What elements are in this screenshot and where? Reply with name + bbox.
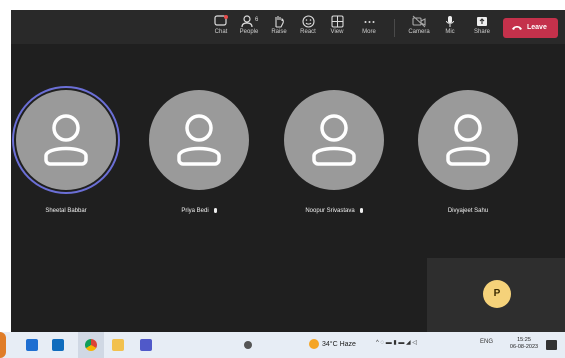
people-button[interactable]: People 6 <box>234 13 264 43</box>
toolbar-divider <box>394 19 395 37</box>
notification-icon[interactable] <box>546 340 557 350</box>
clock[interactable]: 15:25 06-08-2023 <box>508 337 540 351</box>
participant-avatar-2[interactable] <box>149 90 249 190</box>
teams-icon[interactable] <box>140 339 152 351</box>
view-label: View <box>330 29 344 35</box>
people-count: 6 <box>255 17 259 23</box>
meeting-toolbar: Chat People 6 Raise React View More Came… <box>11 10 565 44</box>
weather-sun-icon <box>309 339 319 349</box>
weather-text: 34°C Haze <box>322 340 356 348</box>
mic-label: Mic <box>445 29 455 35</box>
desktop-screen: Chat People 6 Raise React View More Came… <box>0 0 565 358</box>
language-indicator[interactable]: ENG <box>480 339 493 345</box>
weather-widget[interactable]: 34°C Haze <box>309 339 356 349</box>
raise-label: Raise <box>271 29 287 35</box>
participant-avatar-4[interactable] <box>418 90 518 190</box>
camera-off-icon <box>412 15 426 28</box>
raise-hand-icon <box>275 16 284 28</box>
self-avatar: P <box>483 280 511 308</box>
windows-taskbar: 34°C Haze ^ ◌ ▬ ▮ ▬ ◢ ◁ ENG 15:25 06-08-… <box>0 332 565 358</box>
settings-icon[interactable] <box>244 341 252 349</box>
more-label: More <box>362 29 376 35</box>
camera-label: Camera <box>408 29 430 35</box>
person-icon <box>44 114 88 166</box>
grid-view-icon <box>330 15 344 28</box>
person-icon <box>312 114 356 166</box>
chat-button[interactable]: Chat <box>206 13 236 43</box>
share-screen-icon <box>477 17 487 26</box>
person-icon <box>446 114 490 166</box>
person-icon <box>177 114 221 166</box>
chat-icon <box>214 15 228 26</box>
clock-time: 15:25 <box>517 337 531 343</box>
chat-label: Chat <box>214 29 228 35</box>
camera-button[interactable]: Camera <box>404 13 434 43</box>
chrome-icon <box>85 339 97 351</box>
start-icon[interactable] <box>26 339 38 351</box>
self-view-tile[interactable]: P <box>427 258 565 332</box>
chrome-taskbar-slot[interactable] <box>78 332 104 358</box>
share-label: Share <box>473 29 490 35</box>
react-label: React <box>300 29 316 35</box>
leave-label: Leave <box>527 24 547 31</box>
participant-name-3: Noopur Srivastava <box>269 207 399 215</box>
system-tray-icons[interactable]: ^ ◌ ▬ ▮ ▬ ◢ ◁ <box>376 339 417 346</box>
participant-name-1: Sheetal Babbar <box>45 208 87 214</box>
outlook-icon[interactable] <box>52 339 64 351</box>
file-explorer-icon[interactable] <box>112 339 124 351</box>
microphone-icon <box>446 16 454 27</box>
react-button[interactable]: React <box>293 13 323 43</box>
taskbar-edge-icon <box>0 332 6 358</box>
participant-name-2: Priya Bedi <box>134 207 264 215</box>
muted-mic-icon <box>213 207 217 213</box>
participant-avatar-3[interactable] <box>284 90 384 190</box>
share-button[interactable]: Share <box>467 13 497 43</box>
more-button[interactable]: More <box>354 13 384 43</box>
raise-hand-button[interactable]: Raise <box>264 13 294 43</box>
participant-name-4: Divyajeet Sahu <box>447 208 489 214</box>
mic-button[interactable]: Mic <box>435 13 465 43</box>
more-options-icon <box>364 21 374 23</box>
muted-mic-icon <box>359 207 363 213</box>
participant-avatar-1[interactable] <box>16 90 116 190</box>
leave-button[interactable]: Leave <box>503 18 558 38</box>
clock-date: 06-08-2023 <box>509 344 539 350</box>
hang-up-icon <box>512 26 522 30</box>
react-icon <box>301 15 315 28</box>
teams-meeting-window: Chat People 6 Raise React View More Came… <box>11 10 565 332</box>
view-button[interactable]: View <box>322 13 352 43</box>
people-label: People <box>239 29 259 35</box>
